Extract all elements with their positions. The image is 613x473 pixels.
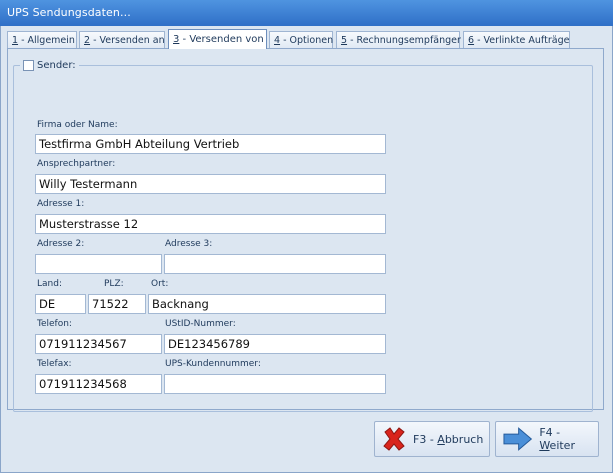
cancel-hotkey: A: [437, 432, 445, 446]
cancel-rest: bbruch: [444, 432, 484, 446]
zip-field[interactable]: 71522: [88, 294, 146, 314]
blue-arrow-right-icon: [503, 427, 533, 451]
cancel-button[interactable]: F3 - Abbruch: [374, 421, 490, 457]
vat-label: UStID-Nummer:: [165, 319, 236, 329]
next-prefix: F4 -: [539, 426, 561, 439]
company-label: Firma oder Name:: [37, 120, 118, 130]
cancel-prefix: F3 -: [413, 432, 438, 446]
zip-label: PLZ:: [104, 279, 124, 289]
tab-rechnungsempfaenger[interactable]: 5 - Rechnungsempfänger: [336, 31, 461, 48]
sender-group-legend[interactable]: Sender:: [20, 58, 79, 72]
address3-field[interactable]: [164, 254, 386, 274]
tab-optionen[interactable]: 4 - Optionen: [269, 31, 333, 48]
tab-allgemein[interactable]: 1 - Allgemein: [7, 31, 77, 48]
tab-label: - Optionen: [280, 35, 334, 46]
tab-versenden-von[interactable]: 3 - Versenden von: [168, 29, 267, 49]
address2-label: Adresse 2:: [37, 239, 85, 249]
phone-label: Telefon:: [37, 319, 72, 329]
fax-label: Telefax:: [37, 359, 72, 369]
contact-label: Ansprechpartner:: [37, 159, 116, 169]
address2-field[interactable]: [35, 254, 162, 274]
fax-field[interactable]: 071911234568: [35, 374, 162, 394]
ups-customer-label: UPS-Kundennummer:: [165, 359, 261, 369]
cancel-label: F3 - Abbruch: [413, 433, 483, 446]
address1-field[interactable]: Musterstrasse 12: [35, 214, 386, 234]
phone-field[interactable]: 071911234567: [35, 334, 162, 354]
city-field[interactable]: Backnang: [148, 294, 386, 314]
country-label: Land:: [37, 279, 62, 289]
address3-label: Adresse 3:: [165, 239, 213, 249]
tab-label: - Versenden von: [179, 34, 264, 45]
tab-label: - Verlinkte Aufträge: [474, 35, 570, 46]
company-field[interactable]: Testfirma GmbH Abteilung Vertrieb: [35, 134, 386, 154]
contact-field[interactable]: Willy Testermann: [35, 174, 386, 194]
tab-verlinkte-auftraege[interactable]: 6 - Verlinkte Aufträge: [463, 31, 570, 48]
next-label: F4 - Weiter: [539, 426, 598, 452]
tab-label: - Rechnungsempfänger: [347, 35, 461, 46]
city-label: Ort:: [151, 279, 169, 289]
sender-group-label: Sender:: [37, 59, 76, 71]
tab-versenden-an[interactable]: 2 - Versenden an: [79, 31, 165, 48]
tab-label: - Allgemein: [18, 35, 75, 46]
red-x-icon: [383, 427, 405, 451]
window-title: UPS Sendungsdaten...: [7, 6, 131, 19]
next-rest: eiter: [549, 439, 575, 452]
next-hotkey: W: [539, 439, 550, 452]
sender-group: [13, 65, 593, 412]
title-bar[interactable]: UPS Sendungsdaten...: [0, 0, 613, 27]
country-field[interactable]: DE: [35, 294, 86, 314]
tab-label: - Versenden an: [90, 35, 165, 46]
next-button[interactable]: F4 - Weiter: [495, 421, 599, 457]
vat-field[interactable]: DE123456789: [164, 334, 386, 354]
sender-checkbox[interactable]: [23, 59, 34, 71]
address1-label: Adresse 1:: [37, 199, 85, 209]
ups-customer-field[interactable]: [164, 374, 386, 394]
